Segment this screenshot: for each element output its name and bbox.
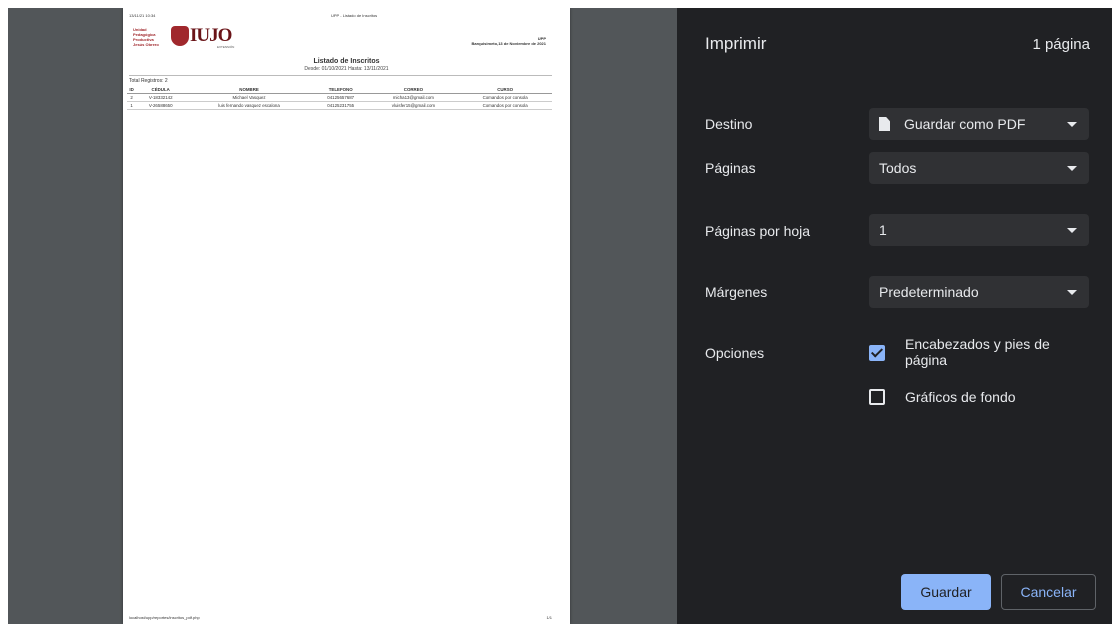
- destino-label: Destino: [705, 116, 753, 132]
- logo-brand: IUJO: [190, 25, 232, 46]
- page-footer-number: 1/1: [546, 615, 552, 620]
- iujo-logo: Unidad Pedagógica Productiva Jesús Obrer…: [129, 21, 239, 53]
- headers-footers-checkbox[interactable]: [869, 345, 885, 361]
- records-table: ID CÉDULA NOMBRE TELEFONO CORREO CURSO 2…: [127, 86, 552, 110]
- col-header: TELEFONO: [312, 86, 369, 94]
- logo-sub: EXTENSIÓN: [217, 45, 235, 49]
- table-cell: luis fernando vasquez escalona: [185, 101, 313, 110]
- divider: [129, 75, 552, 76]
- table-cell: V-18332142: [136, 93, 186, 102]
- headers-footers-label[interactable]: Encabezados y pies de página: [905, 336, 1050, 368]
- margenes-select[interactable]: Predeterminado: [869, 276, 1089, 308]
- chevron-down-icon: [1067, 228, 1077, 233]
- save-button[interactable]: Guardar: [901, 574, 991, 610]
- page-header-title: UPP - Listado de Inscritos: [331, 13, 378, 18]
- print-settings-panel: Imprimir 1 página Destino Guardar como P…: [677, 8, 1112, 624]
- background-graphics-label[interactable]: Gráficos de fondo: [905, 389, 1016, 405]
- table-cell: 2: [127, 93, 137, 102]
- paginas-select[interactable]: Todos: [869, 152, 1089, 184]
- preview-page: 13/11/21 10:34 UPP - Listado de Inscrito…: [123, 8, 570, 624]
- table-cell: Comandos por consola: [458, 101, 552, 110]
- table-row: 2 V-18332142 Michael Vasquez 04125657687…: [127, 93, 552, 102]
- page-header-date: 13/11/21 10:34: [129, 13, 156, 18]
- table-cell: micha13@gmail.com: [368, 93, 459, 102]
- table-header-row: ID CÉDULA NOMBRE TELEFONO CORREO CURSO: [127, 86, 552, 94]
- paginas-label: Páginas: [705, 160, 756, 176]
- paginas-hoja-label: Páginas por hoja: [705, 223, 811, 239]
- paginas-hoja-select[interactable]: 1: [869, 214, 1089, 246]
- logo-shield-icon: [171, 26, 189, 46]
- table-cell: vluisfer15@gmail.com: [368, 101, 459, 110]
- page-footer-url: localhost/upp/reportes/inscritos_pdf.php: [129, 615, 200, 620]
- col-header: CURSO: [458, 86, 552, 94]
- print-dialog: 13/11/21 10:34 UPP - Listado de Inscrito…: [8, 8, 1112, 624]
- table-row: 1 V-26588650 luis fernando vasquez escal…: [127, 101, 552, 110]
- chevron-down-icon: [1067, 122, 1077, 127]
- table-cell: 1: [127, 101, 137, 110]
- location-date: Barquisimeto,13 de Noviembre de 2021: [471, 41, 546, 46]
- paginas-value: Todos: [879, 160, 917, 176]
- doc-date-range: Desde: 01/10/2021 Hasta: 13/11/2021: [304, 66, 389, 72]
- doc-title: Listado de Inscritos: [313, 58, 380, 65]
- col-header: CÉDULA: [136, 86, 186, 94]
- dialog-title: Imprimir: [705, 34, 767, 53]
- chevron-down-icon: [1067, 166, 1077, 171]
- cancel-button[interactable]: Cancelar: [1001, 574, 1096, 610]
- table-cell: V-26588650: [136, 101, 186, 110]
- chevron-down-icon: [1067, 290, 1077, 295]
- table-cell: 04125657687: [312, 93, 369, 102]
- table-cell: Michael Vasquez: [185, 93, 313, 102]
- col-header: ID: [127, 86, 137, 94]
- total-records: Total Registros: 2: [129, 78, 168, 84]
- logo-school-text: Unidad Pedagógica Productiva Jesús Obrer…: [133, 27, 159, 47]
- background-graphics-checkbox[interactable]: [869, 389, 885, 405]
- table-cell: 04125231755: [312, 101, 369, 110]
- location-block: UPP Barquisimeto,13 de Noviembre de 2021: [472, 36, 546, 46]
- col-header: CORREO: [368, 86, 459, 94]
- margenes-value: Predeterminado: [879, 284, 979, 300]
- margenes-label: Márgenes: [705, 284, 768, 300]
- paginas-hoja-value: 1: [879, 222, 887, 238]
- col-header: NOMBRE: [185, 86, 313, 94]
- print-preview-area[interactable]: 13/11/21 10:34 UPP - Listado de Inscrito…: [8, 8, 677, 624]
- page-count: 1 página: [1032, 36, 1090, 53]
- opciones-label: Opciones: [705, 345, 765, 361]
- table-cell: Comandos por consola: [458, 93, 552, 102]
- destino-select[interactable]: Guardar como PDF: [869, 108, 1089, 140]
- document-icon: [879, 117, 890, 131]
- destino-value: Guardar como PDF: [904, 116, 1026, 132]
